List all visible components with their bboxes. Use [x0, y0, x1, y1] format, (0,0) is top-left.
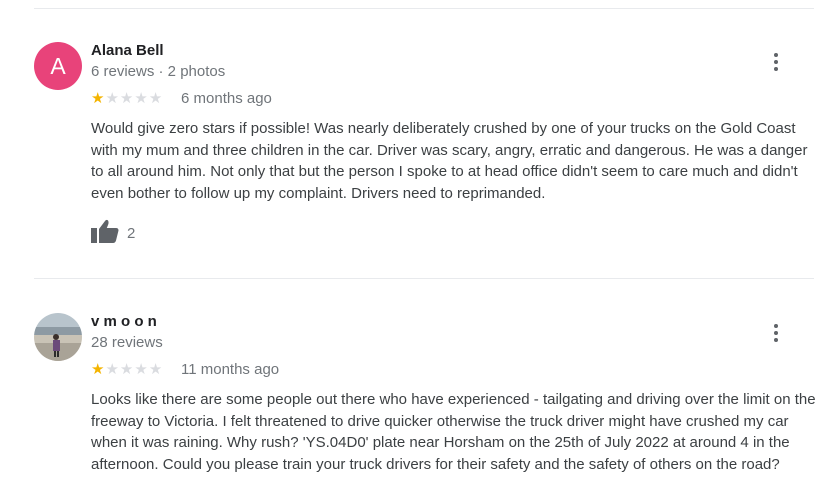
star-icon: ★: [148, 361, 163, 378]
star-icon: ★: [134, 90, 148, 107]
more-options-button[interactable]: [766, 321, 786, 345]
review-date: 11 months ago: [181, 361, 280, 378]
review-date: 6 months ago: [181, 90, 272, 107]
star-rating: ★ ★ ★ ★ ★: [91, 91, 162, 106]
review-text: Looks like there are some people out the…: [91, 391, 816, 473]
reviewer-name[interactable]: Alana Bell: [91, 42, 164, 59]
reviewer-meta[interactable]: 28 reviews: [91, 334, 163, 351]
star-icon: ★: [119, 90, 134, 107]
star-icon: ★: [91, 90, 105, 107]
avatar-photo: [34, 313, 82, 361]
star-rating: ★ ★ ★ ★ ★: [91, 362, 162, 377]
divider: [34, 278, 814, 279]
like-button[interactable]: 2: [91, 219, 135, 248]
like-count: 2: [127, 225, 136, 242]
more-vert-icon: [774, 324, 778, 328]
reviewer-name[interactable]: v m o o n: [91, 313, 157, 330]
divider-top: [34, 8, 814, 9]
more-options-button[interactable]: [766, 50, 786, 74]
more-vert-icon: [774, 53, 778, 57]
reviewer-meta[interactable]: 6 reviews · 2 photos: [91, 63, 225, 80]
thumbs-up-icon: [91, 219, 119, 248]
star-icon: ★: [148, 90, 163, 107]
avatar[interactable]: A: [34, 42, 82, 90]
star-icon: ★: [105, 90, 119, 107]
avatar-letter: A: [50, 52, 66, 79]
star-icon: ★: [119, 361, 134, 378]
avatar[interactable]: [34, 313, 82, 361]
review-text: Would give zero stars if possible! Was n…: [91, 120, 808, 202]
star-icon: ★: [105, 361, 119, 378]
star-icon: ★: [91, 361, 105, 378]
star-icon: ★: [134, 361, 148, 378]
